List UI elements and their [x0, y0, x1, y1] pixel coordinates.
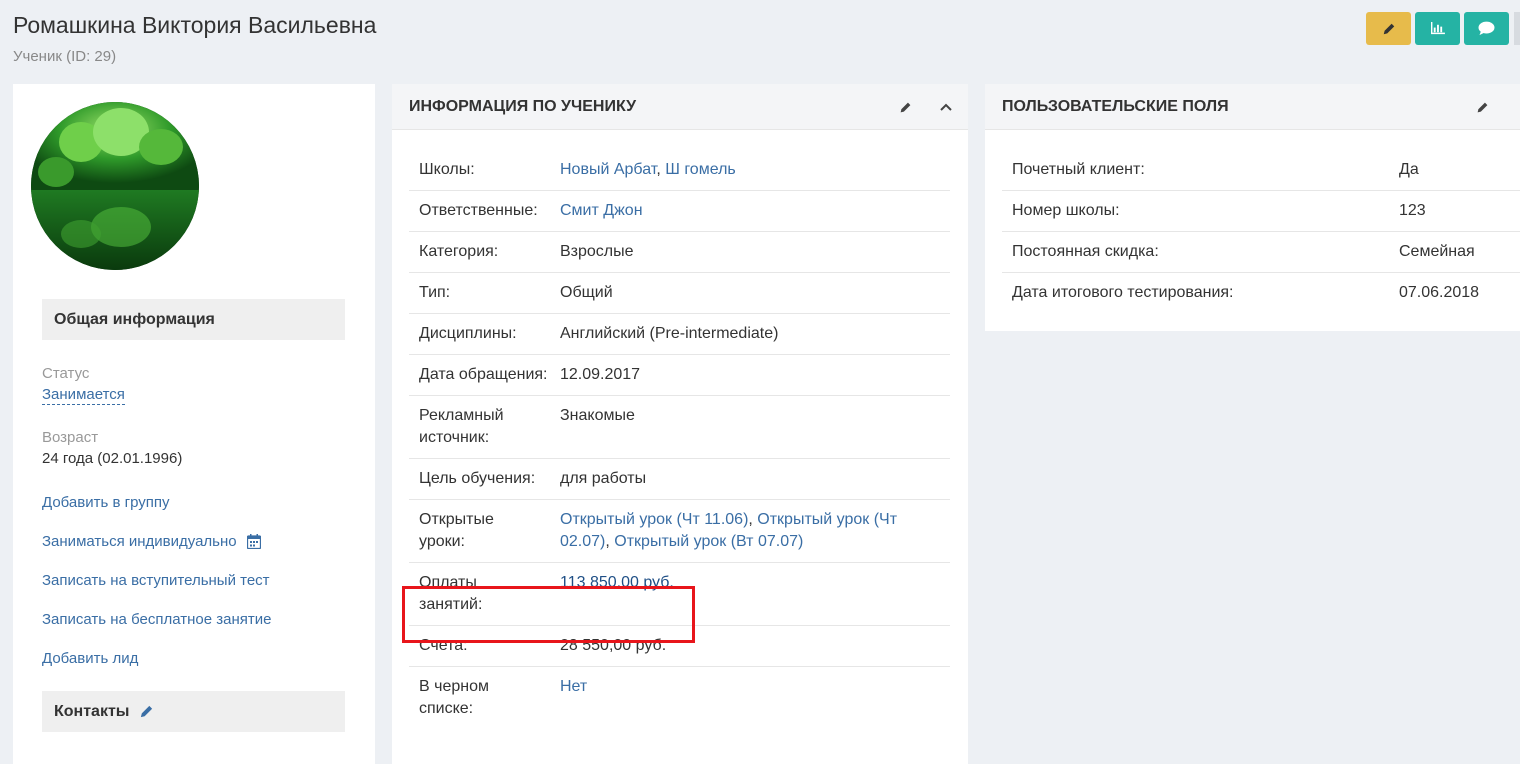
table-row: Оплаты занятий: 113 850,00 руб.: [409, 563, 950, 626]
page-subtitle: Ученик (ID: 29): [13, 48, 117, 65]
age-label: Возраст: [42, 429, 99, 446]
custom-fields-header: ПОЛЬЗОВАТЕЛЬСКИЕ ПОЛЯ: [985, 84, 1520, 130]
table-row: Дата итогового тестирования: 07.06.2018: [1012, 284, 1480, 301]
table-row: Постоянная скидка: Семейная: [1002, 232, 1520, 273]
bar-chart-icon: [1431, 22, 1445, 35]
edit-button[interactable]: [1366, 12, 1411, 45]
avatar: [31, 102, 199, 270]
add-to-group-link[interactable]: Добавить в группу: [42, 494, 170, 511]
table-row: Школы: Новый Арбат, Ш гомель: [409, 150, 950, 191]
table-row: Почетный клиент: Да: [1002, 150, 1520, 191]
page-title: Ромашкина Виктория Васильевна: [13, 12, 377, 38]
table-row: Номер школы: 123: [1002, 191, 1520, 232]
table-row: В черном списке: Нет: [419, 678, 588, 717]
table-row: Категория: Взрослые: [409, 232, 950, 273]
table-row: Рекламный источник: Знакомые: [409, 396, 950, 459]
pencil-icon[interactable]: [139, 704, 154, 719]
table-row: Тип: Общий: [409, 273, 950, 314]
more-button-edge[interactable]: [1514, 12, 1520, 45]
payments-link[interactable]: 113 850,00 руб.: [560, 574, 674, 591]
pencil-icon: [1383, 23, 1394, 34]
pencil-icon[interactable]: [1476, 101, 1489, 114]
general-info-header: Общая информация: [42, 299, 345, 340]
table-row: Открытые уроки: Открытый урок (Чт 11.06)…: [409, 500, 950, 563]
school-link[interactable]: Новый Арбат: [560, 161, 656, 178]
table-row: Дата обращения: 12.09.2017: [409, 355, 950, 396]
custom-fields-rows: Почетный клиент: Да Номер школы: 123 Пос…: [1002, 150, 1520, 313]
free-lesson-link[interactable]: Записать на бесплатное занятие: [42, 611, 271, 628]
stats-button[interactable]: [1415, 12, 1460, 45]
calendar-icon[interactable]: [246, 534, 261, 549]
table-row: Цель обучения: для работы: [409, 459, 950, 500]
student-info-card: ИНФОРМАЦИЯ ПО УЧЕНИКУ Школы: Новый Арбат…: [392, 84, 968, 764]
custom-fields-card: ПОЛЬЗОВАТЕЛЬСКИЕ ПОЛЯ Почетный клиент: Д…: [985, 84, 1520, 331]
student-profile-card: Общая информация Статус Занимается Возра…: [13, 84, 375, 764]
student-info-rows: Школы: Новый Арбат, Ш гомель Ответственн…: [409, 150, 950, 729]
add-lead-link[interactable]: Добавить лид: [42, 650, 138, 667]
comment-icon: [1478, 21, 1495, 36]
status-value[interactable]: Занимается: [42, 386, 125, 405]
table-row: Ответственные: Смит Джон: [409, 191, 950, 232]
toolbar: [1366, 12, 1509, 45]
table-row: Дисциплины: Английский (Pre-intermediate…: [409, 314, 950, 355]
responsible-link[interactable]: Смит Джон: [560, 202, 643, 219]
contacts-header: Контакты: [42, 691, 345, 732]
blacklist-link[interactable]: Нет: [560, 678, 587, 695]
individual-lessons-link[interactable]: Заниматься индивидуально: [42, 533, 261, 550]
comment-button[interactable]: [1464, 12, 1509, 45]
entrance-test-link[interactable]: Записать на вступительный тест: [42, 572, 270, 589]
pencil-icon[interactable]: [899, 101, 912, 114]
status-label: Статус: [42, 365, 90, 382]
status-link[interactable]: Занимается: [42, 386, 125, 405]
school-link[interactable]: Ш гомель: [665, 161, 736, 178]
age-value: 24 года (02.01.1996): [42, 450, 183, 467]
chevron-up-icon[interactable]: [940, 103, 952, 111]
open-lesson-link[interactable]: Открытый урок (Вт 07.07): [614, 533, 803, 550]
student-info-header: ИНФОРМАЦИЯ ПО УЧЕНИКУ: [392, 84, 968, 130]
table-row: Счета: 28 550,00 руб.: [409, 626, 950, 667]
open-lesson-link[interactable]: Открытый урок (Чт 11.06): [560, 511, 748, 528]
